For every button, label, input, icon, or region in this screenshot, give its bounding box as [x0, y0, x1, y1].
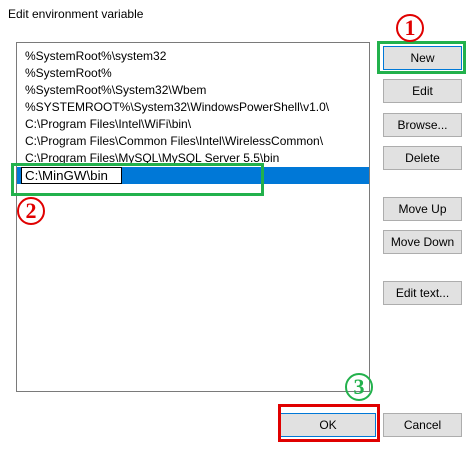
new-button[interactable]: New [383, 46, 462, 70]
window-title: Edit environment variable [8, 7, 144, 21]
list-item[interactable]: C:\Program Files\MySQL\MySQL Server 5.5\… [17, 150, 369, 167]
path-edit-input[interactable] [21, 167, 122, 184]
list-item[interactable]: C:\Program Files\Intel\WiFi\bin\ [17, 116, 369, 133]
step-badge-1: 1 [396, 14, 424, 42]
delete-button[interactable]: Delete [383, 146, 462, 170]
edit-text-button[interactable]: Edit text... [383, 281, 462, 305]
browse-button[interactable]: Browse... [383, 113, 462, 137]
list-item[interactable]: %SYSTEMROOT%\System32\WindowsPowerShell\… [17, 99, 369, 116]
list-item[interactable]: %SystemRoot%\system32 [17, 48, 369, 65]
ok-button[interactable]: OK [280, 413, 376, 437]
edit-button[interactable]: Edit [383, 79, 462, 103]
step-badge-3: 3 [345, 373, 373, 401]
step-badge-2: 2 [17, 197, 45, 225]
list-item-selected[interactable] [17, 167, 369, 184]
list-item[interactable]: %SystemRoot%\System32\Wbem [17, 82, 369, 99]
list-item[interactable]: %SystemRoot% [17, 65, 369, 82]
cancel-button[interactable]: Cancel [383, 413, 462, 437]
path-list[interactable]: %SystemRoot%\system32 %SystemRoot% %Syst… [16, 42, 370, 392]
move-down-button[interactable]: Move Down [383, 230, 462, 254]
list-item[interactable]: C:\Program Files\Common Files\Intel\Wire… [17, 133, 369, 150]
move-up-button[interactable]: Move Up [383, 197, 462, 221]
